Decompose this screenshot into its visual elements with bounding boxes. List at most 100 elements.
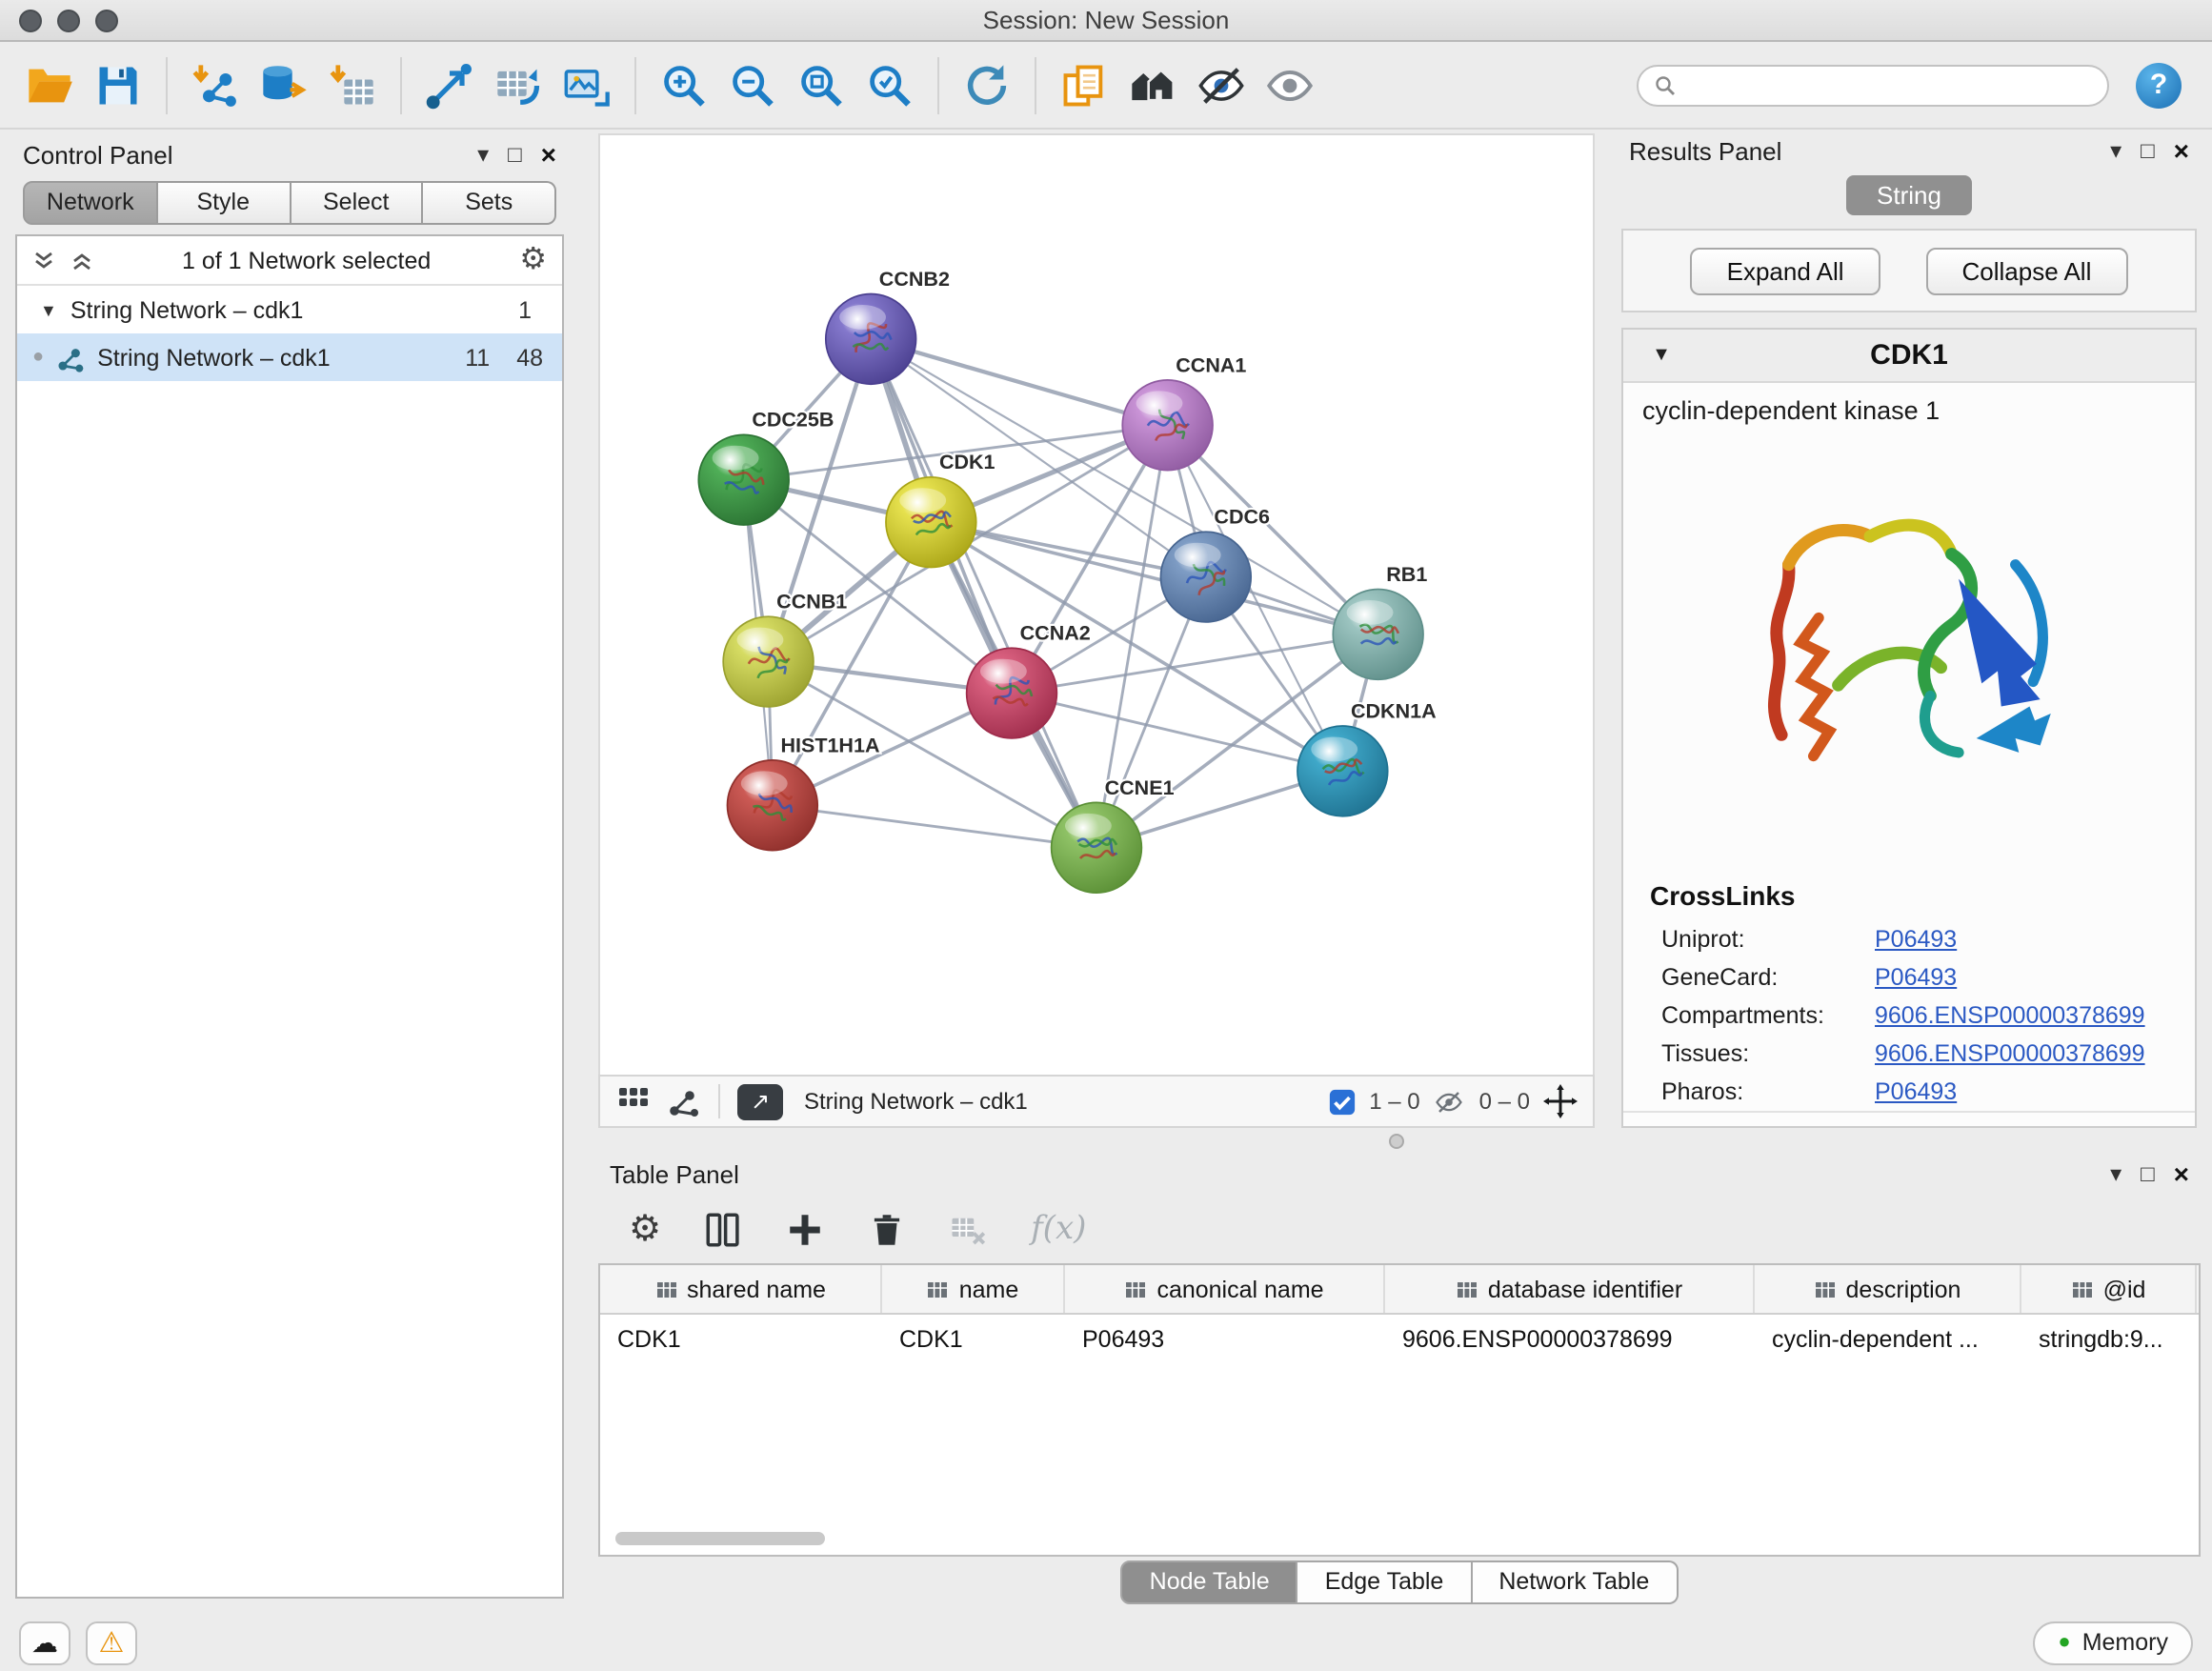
panel-close-icon[interactable]: × bbox=[2174, 1160, 2189, 1187]
zoom-fit-icon bbox=[796, 60, 846, 110]
network-canvas[interactable]: CCNB2CCNA1CDC25BCDK1CDC6RB1CCNB1CCNA2CDK… bbox=[598, 133, 1595, 1077]
panel-close-icon[interactable]: × bbox=[541, 141, 556, 168]
application-window: Session: New Session bbox=[0, 0, 2212, 1671]
panel-close-icon[interactable]: × bbox=[2174, 137, 2189, 164]
zoom-selected-button[interactable] bbox=[855, 50, 924, 119]
refresh-layout-button[interactable] bbox=[953, 50, 1021, 119]
splitter-handle[interactable] bbox=[1388, 1134, 1403, 1149]
open-session-button[interactable] bbox=[15, 50, 84, 119]
panel-collapse-icon[interactable]: ▾ bbox=[2110, 139, 2122, 162]
search-box[interactable] bbox=[1637, 64, 2109, 106]
network-node-CCNB1[interactable]: CCNB1 bbox=[723, 591, 847, 707]
houses-icon bbox=[1128, 60, 1177, 110]
crosslink-row: Tissues: 9606.ENSP00000378699 bbox=[1623, 1035, 2195, 1073]
cloud-status-button[interactable]: ☁ bbox=[19, 1621, 70, 1664]
selected-checkbox-icon[interactable] bbox=[1327, 1087, 1356, 1116]
show-panel-button[interactable] bbox=[1256, 50, 1324, 119]
network-node-CCNA1[interactable]: CCNA1 bbox=[1122, 353, 1246, 470]
tab-network[interactable]: Network bbox=[23, 181, 158, 225]
node-label: CDC6 bbox=[1214, 506, 1270, 529]
expand-all-chevrons-icon[interactable] bbox=[32, 249, 55, 272]
table-export-icon bbox=[493, 60, 543, 110]
tab-edge-table[interactable]: Edge Table bbox=[1298, 1560, 1473, 1604]
network-row-selected[interactable]: ● String Network – cdk1 11 48 bbox=[17, 333, 562, 381]
zoom-out-button[interactable] bbox=[718, 50, 787, 119]
zoom-out-icon bbox=[728, 60, 777, 110]
show-columns-icon[interactable] bbox=[703, 1209, 743, 1249]
panel-float-icon[interactable]: □ bbox=[2141, 139, 2155, 162]
open-in-window-button[interactable]: ↗ bbox=[737, 1083, 783, 1119]
panel-float-icon[interactable]: □ bbox=[508, 143, 522, 166]
search-icon bbox=[1654, 73, 1677, 96]
tree-expander-icon[interactable]: ▼ bbox=[40, 300, 57, 319]
new-network-from-selection-button[interactable] bbox=[415, 50, 484, 119]
panel-collapse-icon[interactable]: ▾ bbox=[477, 143, 489, 166]
search-input[interactable] bbox=[1686, 70, 2092, 100]
hidden-eye-slash-icon bbox=[1434, 1087, 1466, 1116]
crosslink-link[interactable]: 9606.ENSP00000378699 bbox=[1875, 1002, 2145, 1029]
tab-sets[interactable]: Sets bbox=[424, 181, 557, 225]
crosslink-link[interactable]: P06493 bbox=[1875, 964, 1957, 991]
warnings-button[interactable]: ⚠ bbox=[86, 1621, 137, 1664]
gear-icon[interactable]: ⚙ bbox=[519, 245, 547, 275]
tab-string[interactable]: String bbox=[1846, 175, 1972, 215]
network-node-CDKN1A[interactable]: CDKN1A bbox=[1297, 699, 1437, 815]
expand-all-button[interactable]: Expand All bbox=[1691, 247, 1880, 294]
crosshair-move-icon[interactable] bbox=[1543, 1084, 1578, 1118]
gene-expander-icon[interactable]: ▼ bbox=[1623, 345, 1699, 366]
add-column-icon[interactable] bbox=[785, 1209, 825, 1249]
tab-node-table[interactable]: Node Table bbox=[1121, 1560, 1298, 1604]
delete-trash-icon[interactable] bbox=[867, 1209, 907, 1249]
horizontal-scrollbar[interactable] bbox=[615, 1532, 825, 1545]
current-network-bullet-icon: ● bbox=[32, 347, 44, 368]
import-network-file-button[interactable] bbox=[181, 50, 250, 119]
hide-selected-button[interactable] bbox=[1187, 50, 1256, 119]
crosslink-link[interactable]: P06493 bbox=[1875, 1078, 1957, 1105]
collapse-all-chevrons-icon[interactable] bbox=[70, 249, 93, 272]
column-header: shared name bbox=[600, 1265, 882, 1313]
column-icon bbox=[1814, 1278, 1837, 1300]
save-session-button[interactable] bbox=[84, 50, 152, 119]
memory-button[interactable]: ● Memory bbox=[2033, 1621, 2193, 1664]
export-table-button[interactable] bbox=[484, 50, 553, 119]
cell-id: stringdb:9... bbox=[2021, 1325, 2197, 1352]
network-edge[interactable] bbox=[773, 805, 1096, 847]
tab-style[interactable]: Style bbox=[158, 181, 292, 225]
neighborhood-button[interactable] bbox=[1118, 50, 1187, 119]
crosslink-link[interactable]: 9606.ENSP00000378699 bbox=[1875, 1040, 2145, 1067]
status-bar: ☁ ⚠ ● Memory bbox=[0, 1614, 2212, 1671]
network-label: String Network – cdk1 bbox=[97, 344, 331, 371]
table-settings-gear-icon[interactable]: ⚙ bbox=[629, 1211, 661, 1247]
crosslink-link[interactable]: P06493 bbox=[1875, 926, 1957, 953]
collapse-all-button[interactable]: Collapse All bbox=[1926, 247, 2128, 294]
tab-select[interactable]: Select bbox=[291, 181, 424, 225]
network-node-HIST1H1A[interactable]: HIST1H1A bbox=[727, 734, 879, 850]
table-row[interactable]: CDK1 CDK1 P06493 9606.ENSP00000378699 cy… bbox=[600, 1315, 2199, 1362]
network-edge[interactable] bbox=[871, 339, 1167, 425]
column-icon bbox=[1456, 1278, 1478, 1300]
copy-documents-button[interactable] bbox=[1050, 50, 1118, 119]
network-node-RB1[interactable]: RB1 bbox=[1333, 563, 1427, 679]
zoom-fit-button[interactable] bbox=[787, 50, 855, 119]
delete-table-icon bbox=[949, 1209, 989, 1249]
grid-view-button[interactable] bbox=[615, 1084, 650, 1118]
zoom-in-button[interactable] bbox=[650, 50, 718, 119]
network-edge[interactable] bbox=[1012, 694, 1342, 772]
network-collection-row[interactable]: ▼ String Network – cdk1 1 bbox=[17, 286, 562, 333]
node-label: CCNA1 bbox=[1176, 353, 1246, 376]
panel-float-icon[interactable]: □ bbox=[2141, 1162, 2155, 1185]
crosslink-label: Compartments: bbox=[1661, 1002, 1875, 1029]
network-graph[interactable]: CCNB2CCNA1CDC25BCDK1CDC6RB1CCNB1CCNA2CDK… bbox=[600, 135, 1593, 1075]
network-node-CDC25B[interactable]: CDC25B bbox=[698, 409, 834, 525]
network-edge[interactable] bbox=[871, 339, 1096, 848]
network-overview-button[interactable] bbox=[667, 1084, 701, 1118]
network-edge[interactable] bbox=[931, 522, 1377, 634]
network-node-CCNB2[interactable]: CCNB2 bbox=[826, 268, 950, 384]
export-image-button[interactable] bbox=[553, 50, 621, 119]
import-table-button[interactable] bbox=[318, 50, 387, 119]
node-table[interactable]: shared name name canonical name database… bbox=[598, 1263, 2201, 1557]
import-network-database-button[interactable] bbox=[250, 50, 318, 119]
tab-network-table[interactable]: Network Table bbox=[1472, 1560, 1678, 1604]
panel-collapse-icon[interactable]: ▾ bbox=[2110, 1162, 2122, 1185]
help-button[interactable]: ? bbox=[2136, 62, 2182, 108]
